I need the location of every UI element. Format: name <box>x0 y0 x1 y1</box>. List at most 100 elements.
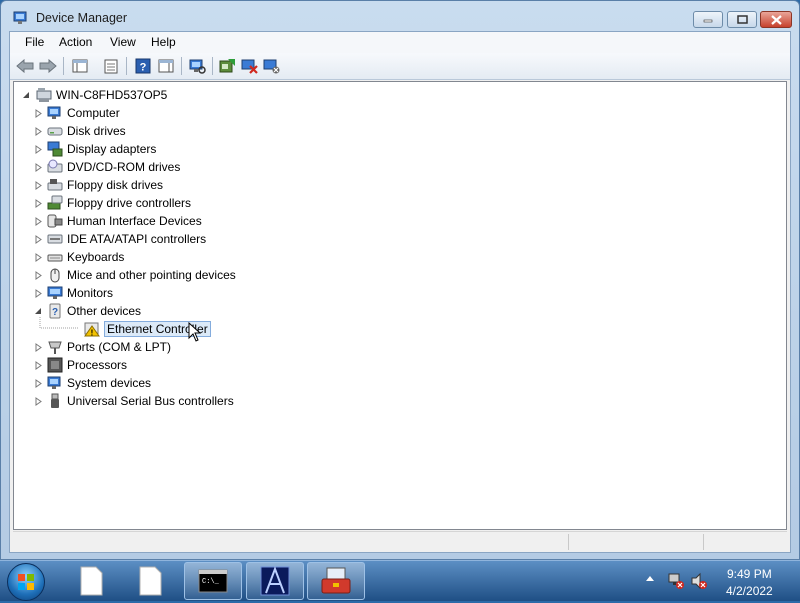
help-button[interactable]: ? <box>133 56 153 76</box>
computer-icon <box>36 87 52 103</box>
tree-item-display-adapters[interactable]: Display adapters <box>34 140 156 158</box>
tree-item-usb-controllers[interactable]: Universal Serial Bus controllers <box>34 392 234 410</box>
properties-button[interactable] <box>101 56 121 76</box>
processor-icon <box>47 357 63 373</box>
tree-item-processors[interactable]: Processors <box>34 356 127 374</box>
toolbar-separator <box>181 57 182 75</box>
tree-item-human-interface-devices[interactable]: Human Interface Devices <box>34 212 202 230</box>
update-driver-button[interactable] <box>218 56 238 76</box>
show-hidden-icons-icon[interactable] <box>645 573 655 583</box>
tree-item-label: DVD/CD-ROM drives <box>67 160 181 174</box>
toolbar-separator <box>126 57 127 75</box>
tree-item-label: Floppy drive controllers <box>67 196 192 210</box>
monitor-icon <box>47 285 63 301</box>
expand-icon[interactable] <box>34 397 43 406</box>
clock-time[interactable]: 9:49 PM <box>727 567 772 581</box>
tree-item-system-devices[interactable]: System devices <box>34 374 151 392</box>
expand-icon[interactable] <box>34 199 43 208</box>
taskbar-file-1[interactable] <box>62 562 120 600</box>
app-a-icon <box>260 566 290 596</box>
tree-item-floppy-drive-controllers[interactable]: Floppy drive controllers <box>34 194 191 212</box>
device-manager-window: Device Manager File Action View Help ? W… <box>0 0 800 560</box>
help-icon: ? <box>135 58 151 74</box>
expand-icon[interactable] <box>34 109 43 118</box>
document-icon <box>139 566 162 596</box>
volume-muted-icon[interactable] <box>690 572 708 590</box>
show-hide-action-pane-button[interactable] <box>156 56 176 76</box>
display-adapter-icon <box>47 141 63 157</box>
taskbar-command-prompt[interactable]: C:\_ <box>184 562 242 600</box>
tree-connector-lines <box>39 317 79 329</box>
window-title: Device Manager <box>36 11 128 25</box>
expand-icon[interactable] <box>34 361 43 370</box>
network-disconnected-icon[interactable] <box>667 572 685 590</box>
tree-item-ports[interactable]: Ports (COM & LPT) <box>34 338 171 356</box>
menu-file[interactable]: File <box>25 35 44 49</box>
port-icon <box>47 339 63 355</box>
tree-item-dvd-cd-rom-drives[interactable]: DVD/CD-ROM drives <box>34 158 180 176</box>
uninstall-device-button[interactable] <box>262 56 282 76</box>
start-button[interactable] <box>7 563 45 601</box>
tree-item-label: Mice and other pointing devices <box>67 268 236 282</box>
tree-item-computer[interactable]: Computer <box>34 104 120 122</box>
close-button[interactable] <box>760 11 792 28</box>
collapse-icon[interactable] <box>34 307 43 316</box>
update-driver-icon <box>219 59 235 73</box>
tree-item-mice[interactable]: Mice and other pointing devices <box>34 266 236 284</box>
tree-item-ide-ata-atapi-controllers[interactable]: IDE ATA/ATAPI controllers <box>34 230 206 248</box>
taskbar-app-a[interactable] <box>246 562 304 600</box>
clock-date[interactable]: 4/2/2022 <box>726 584 773 598</box>
disk-drive-icon <box>47 123 63 139</box>
scan-hardware-icon <box>189 59 206 74</box>
menu-bar: File Action View Help <box>10 32 790 54</box>
ide-controller-icon <box>47 231 63 247</box>
back-arrow-icon <box>16 59 34 73</box>
tree-item-keyboards[interactable]: Keyboards <box>34 248 124 266</box>
tree-item-monitors[interactable]: Monitors <box>34 284 113 302</box>
expand-icon[interactable] <box>34 163 43 172</box>
scan-hardware-changes-button[interactable] <box>187 56 207 76</box>
action-pane-icon <box>158 59 174 73</box>
expand-icon[interactable] <box>34 253 43 262</box>
expand-icon[interactable] <box>34 343 43 352</box>
tree-item-label: Processors <box>67 358 128 372</box>
expand-icon[interactable] <box>34 271 43 280</box>
menu-view[interactable]: View <box>110 35 136 49</box>
expand-icon[interactable] <box>34 181 43 190</box>
back-button[interactable] <box>15 56 35 76</box>
toolbar-separator <box>212 57 213 75</box>
collapse-icon[interactable] <box>22 91 31 100</box>
maximize-icon <box>736 15 748 24</box>
client-area: File Action View Help ? WIN-C8FHD537OP5 … <box>9 31 791 553</box>
tree-item-label: Keyboards <box>67 250 125 264</box>
device-manager-icon <box>13 11 27 24</box>
forward-button[interactable] <box>38 56 58 76</box>
maximize-button[interactable] <box>727 11 757 28</box>
expand-icon[interactable] <box>34 289 43 298</box>
tree-item-label: Universal Serial Bus controllers <box>67 394 234 408</box>
show-hide-console-tree-button[interactable] <box>70 56 90 76</box>
taskbar-file-2[interactable] <box>121 562 179 600</box>
taskbar-device-manager[interactable] <box>307 562 365 600</box>
tree-item-disk-drives[interactable]: Disk drives <box>34 122 126 140</box>
expand-icon[interactable] <box>34 379 43 388</box>
mouse-icon <box>47 267 63 283</box>
disable-device-button[interactable] <box>240 56 260 76</box>
disable-device-icon <box>241 59 258 74</box>
menu-help[interactable]: Help <box>151 35 176 49</box>
tree-item-label: Disk drives <box>67 124 126 138</box>
svg-text:C:\_: C:\_ <box>202 578 220 586</box>
expand-icon[interactable] <box>34 217 43 226</box>
floppy-drive-icon <box>47 177 63 193</box>
tree-root[interactable]: WIN-C8FHD537OP5 <box>22 86 167 104</box>
title-bar[interactable]: Device Manager <box>1 1 799 33</box>
tree-item-label: IDE ATA/ATAPI controllers <box>67 232 207 246</box>
expand-icon[interactable] <box>34 235 43 244</box>
menu-action[interactable]: Action <box>59 35 92 49</box>
tree-item-floppy-disk-drives[interactable]: Floppy disk drives <box>34 176 163 194</box>
device-tree[interactable]: WIN-C8FHD537OP5 Computer Disk drives Dis… <box>13 81 787 530</box>
expand-icon[interactable] <box>34 127 43 136</box>
minimize-button[interactable] <box>693 11 723 28</box>
toolbar-separator <box>63 57 64 75</box>
expand-icon[interactable] <box>34 145 43 154</box>
